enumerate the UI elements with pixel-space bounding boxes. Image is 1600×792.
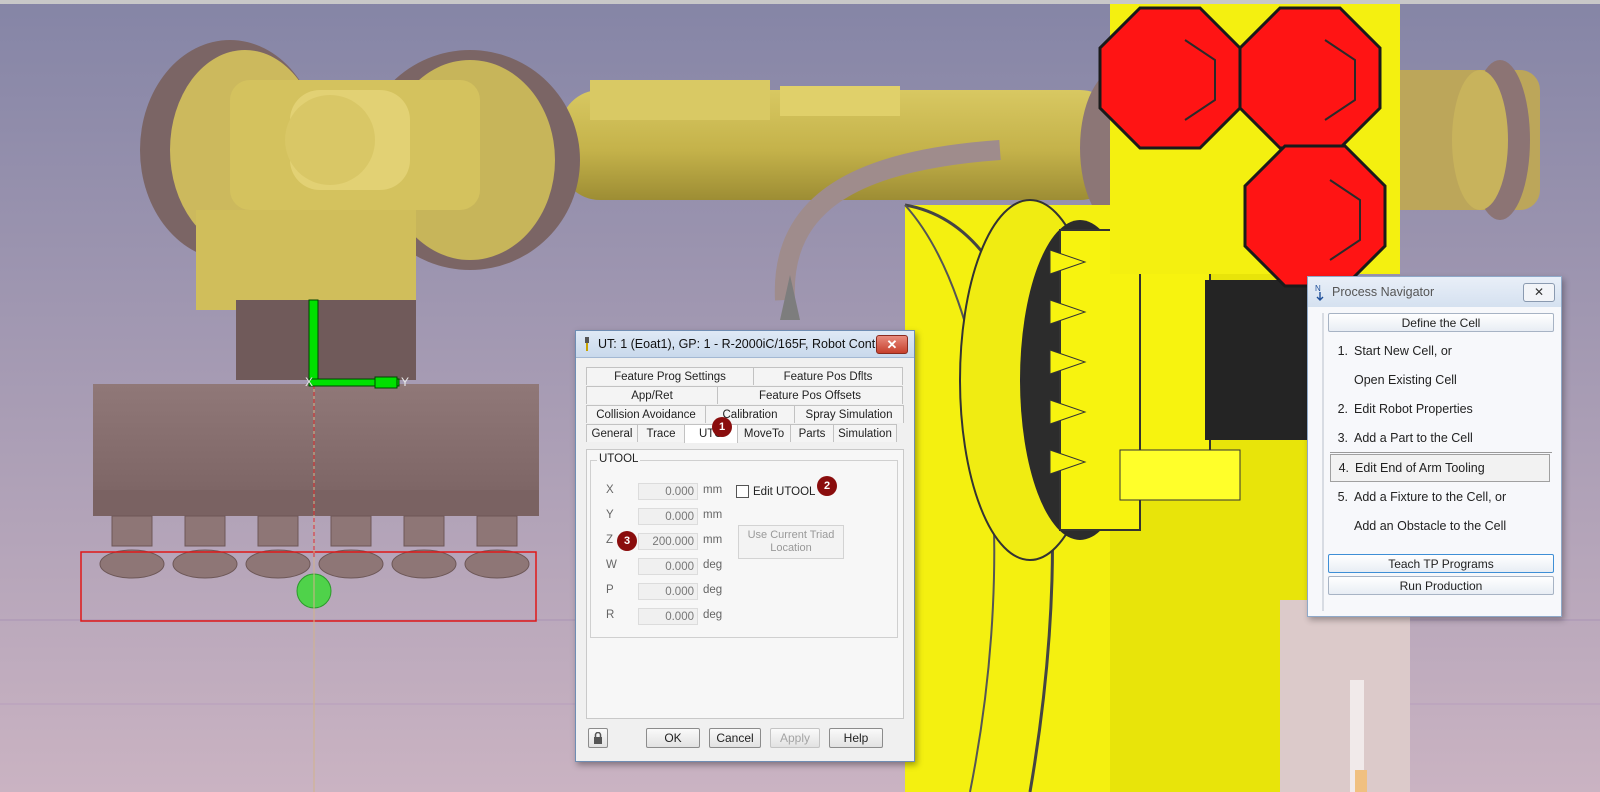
step-divider [1330, 452, 1552, 453]
utool-tab-panel: UTOOL X 0.000 mm Y 0.000 mm Z 200.000 mm… [586, 449, 904, 719]
navigator-icon: N [1315, 284, 1324, 301]
step-number: 3. [1337, 431, 1348, 445]
edit-utool-label: Edit UTOOL [753, 485, 816, 498]
field-label-w: W [606, 559, 617, 571]
tab-moveto[interactable]: MoveTo [737, 424, 791, 442]
step-label: Edit End of Arm Tooling [1355, 461, 1485, 475]
field-label-z: Z [606, 534, 614, 546]
utool-dialog-titlebar[interactable]: UT: 1 (Eoat1), GP: 1 - R-2000iC/165F, Ro… [576, 331, 914, 358]
field-unit-p: deg [703, 584, 723, 596]
svg-text:N: N [1315, 284, 1321, 293]
field-unit-r: deg [703, 609, 723, 621]
utool-r-field[interactable]: 0.000 [638, 608, 698, 625]
tab-feature-pos-dflts[interactable]: Feature Pos Dflts [753, 367, 903, 385]
use-triad-line1: Use Current Triad [747, 529, 835, 541]
callout-badge-3: 3 [617, 531, 637, 551]
tab-spray-simulation[interactable]: Spray Simulation [794, 405, 904, 423]
edit-utool-checkbox[interactable]: Edit UTOOL [736, 485, 815, 498]
step-start-new-cell[interactable]: 1. Start New Cell, or [1330, 337, 1550, 365]
process-navigator-close-button[interactable]: ✕ [1523, 282, 1555, 302]
step-label: Start New Cell, or [1354, 344, 1452, 358]
field-unit-x: mm [703, 484, 723, 496]
utool-dialog: UT: 1 (Eoat1), GP: 1 - R-2000iC/165F, Ro… [575, 330, 915, 762]
field-unit-z: mm [703, 534, 723, 546]
tab-general[interactable]: General [586, 424, 638, 442]
close-icon: ✕ [886, 336, 898, 352]
ok-button[interactable]: OK [646, 728, 700, 748]
field-label-r: R [606, 609, 615, 621]
checkbox-box[interactable] [736, 485, 749, 498]
utool-p-field[interactable]: 0.000 [638, 583, 698, 600]
tab-feature-pos-offsets[interactable]: Feature Pos Offsets [717, 386, 903, 404]
step-number: 4. [1338, 461, 1349, 475]
define-cell-button[interactable]: Define the Cell [1328, 313, 1554, 332]
utool-group-label: UTOOL [597, 453, 641, 465]
process-navigator-panel: N Process Navigator ✕ Define the Cell 1.… [1307, 276, 1562, 617]
tab-feature-prog-settings[interactable]: Feature Prog Settings [586, 367, 754, 385]
step-label: Add a Part to the Cell [1354, 431, 1473, 445]
field-unit-w: deg [703, 559, 723, 571]
process-navigator-title: Process Navigator [1332, 285, 1435, 299]
utool-w-field[interactable]: 0.000 [638, 558, 698, 575]
use-triad-line2: Location [770, 542, 812, 554]
utool-dialog-close-button[interactable]: ✕ [876, 334, 908, 354]
teach-tp-programs-button[interactable]: Teach TP Programs [1328, 554, 1554, 573]
triad-x-label: X [305, 375, 313, 389]
step-add-obstacle[interactable]: Add an Obstacle to the Cell [1330, 512, 1550, 540]
field-label-y: Y [606, 509, 614, 521]
utool-z-field[interactable]: 200.000 [638, 533, 698, 550]
tab-parts[interactable]: Parts [790, 424, 834, 442]
tab-app-ret[interactable]: App/Ret [586, 386, 718, 404]
step-add-fixture[interactable]: 5. Add a Fixture to the Cell, or [1330, 483, 1550, 511]
run-production-button[interactable]: Run Production [1328, 576, 1554, 595]
tab-simulation[interactable]: Simulation [833, 424, 897, 442]
close-icon: ✕ [1533, 285, 1545, 299]
red-octagon-markers [1098, 4, 1400, 288]
utool-group: UTOOL X 0.000 mm Y 0.000 mm Z 200.000 mm… [590, 453, 898, 638]
step-edit-robot-properties[interactable]: 2. Edit Robot Properties [1330, 395, 1550, 423]
step-number: 1. [1337, 344, 1348, 358]
utool-y-field[interactable]: 0.000 [638, 508, 698, 525]
step-label: Add a Fixture to the Cell, or [1354, 490, 1507, 504]
tool-icon [585, 337, 589, 351]
step-label: Edit Robot Properties [1354, 402, 1473, 416]
process-navigator-steps: Define the Cell 1. Start New Cell, or Op… [1322, 313, 1554, 611]
step-number: 2. [1337, 402, 1348, 416]
utool-x-field[interactable]: 0.000 [638, 483, 698, 500]
field-label-x: X [606, 484, 614, 496]
step-edit-eoat[interactable]: 4. Edit End of Arm Tooling [1330, 454, 1550, 482]
step-label: Add an Obstacle to the Cell [1354, 519, 1507, 533]
callout-badge-1: 1 [712, 417, 732, 437]
tab-trace[interactable]: Trace [637, 424, 685, 442]
step-number: 5. [1337, 490, 1348, 504]
cancel-button[interactable]: Cancel [709, 728, 761, 748]
field-label-p: P [606, 584, 614, 596]
use-current-triad-button[interactable]: Use Current Triad Location [738, 525, 844, 559]
triad-y-label: Y [401, 375, 409, 389]
lock-button[interactable] [588, 728, 608, 748]
field-unit-y: mm [703, 509, 723, 521]
callout-badge-2: 2 [817, 476, 837, 496]
lock-icon [594, 732, 602, 744]
step-open-existing-cell[interactable]: Open Existing Cell [1330, 366, 1550, 394]
apply-button[interactable]: Apply [770, 728, 820, 748]
step-add-part[interactable]: 3. Add a Part to the Cell [1330, 424, 1550, 452]
help-button[interactable]: Help [829, 728, 883, 748]
tab-collision-avoidance[interactable]: Collision Avoidance [586, 405, 706, 423]
utool-dialog-title: UT: 1 (Eoat1), GP: 1 - R-2000iC/165F, Ro… [598, 337, 876, 351]
process-navigator-titlebar[interactable]: N Process Navigator ✕ [1308, 277, 1561, 307]
step-label: Open Existing Cell [1354, 373, 1457, 387]
